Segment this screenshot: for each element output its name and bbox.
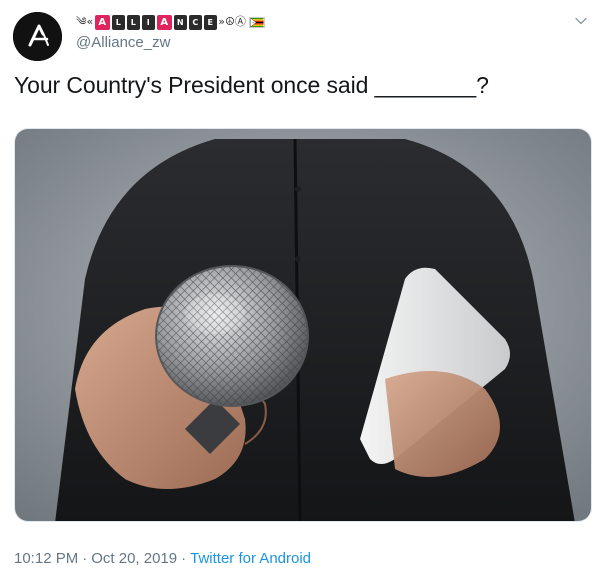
name-letter: L [126, 14, 140, 30]
separator: · [181, 550, 187, 567]
name-letter: A [94, 14, 110, 30]
tweet-photo[interactable] [14, 128, 592, 522]
name-suffix: »☮Ⓐ [218, 15, 246, 28]
chevron-down-icon [575, 17, 587, 25]
zimbabwe-flag-icon [248, 16, 265, 28]
user-handle[interactable]: @Alliance_zw [76, 34, 170, 51]
tweet-metadata: 10:12 PM · Oct 20, 2019 · Twitter for An… [14, 550, 311, 567]
tweet-date[interactable]: Oct 20, 2019 [91, 550, 177, 567]
name-letter: I [141, 14, 155, 30]
alliance-logo-icon [13, 12, 62, 61]
separator: · [82, 550, 88, 567]
name-letter: E [203, 14, 217, 30]
display-name[interactable]: ༄« A L L I A N C E »☮Ⓐ [76, 13, 265, 31]
avatar[interactable] [13, 12, 62, 61]
tweet-source-link[interactable]: Twitter for Android [190, 550, 311, 567]
name-letter: N [173, 14, 187, 30]
microphone-photo [15, 129, 591, 521]
name-letter: L [111, 14, 125, 30]
name-prefix: ༄« [76, 15, 94, 28]
name-letter: A [156, 14, 172, 30]
tweet-time[interactable]: 10:12 PM [14, 550, 78, 567]
tweet-text: Your Country's President once said _____… [14, 72, 489, 98]
tweet-menu-button[interactable] [574, 14, 588, 28]
name-letter: C [188, 14, 202, 30]
